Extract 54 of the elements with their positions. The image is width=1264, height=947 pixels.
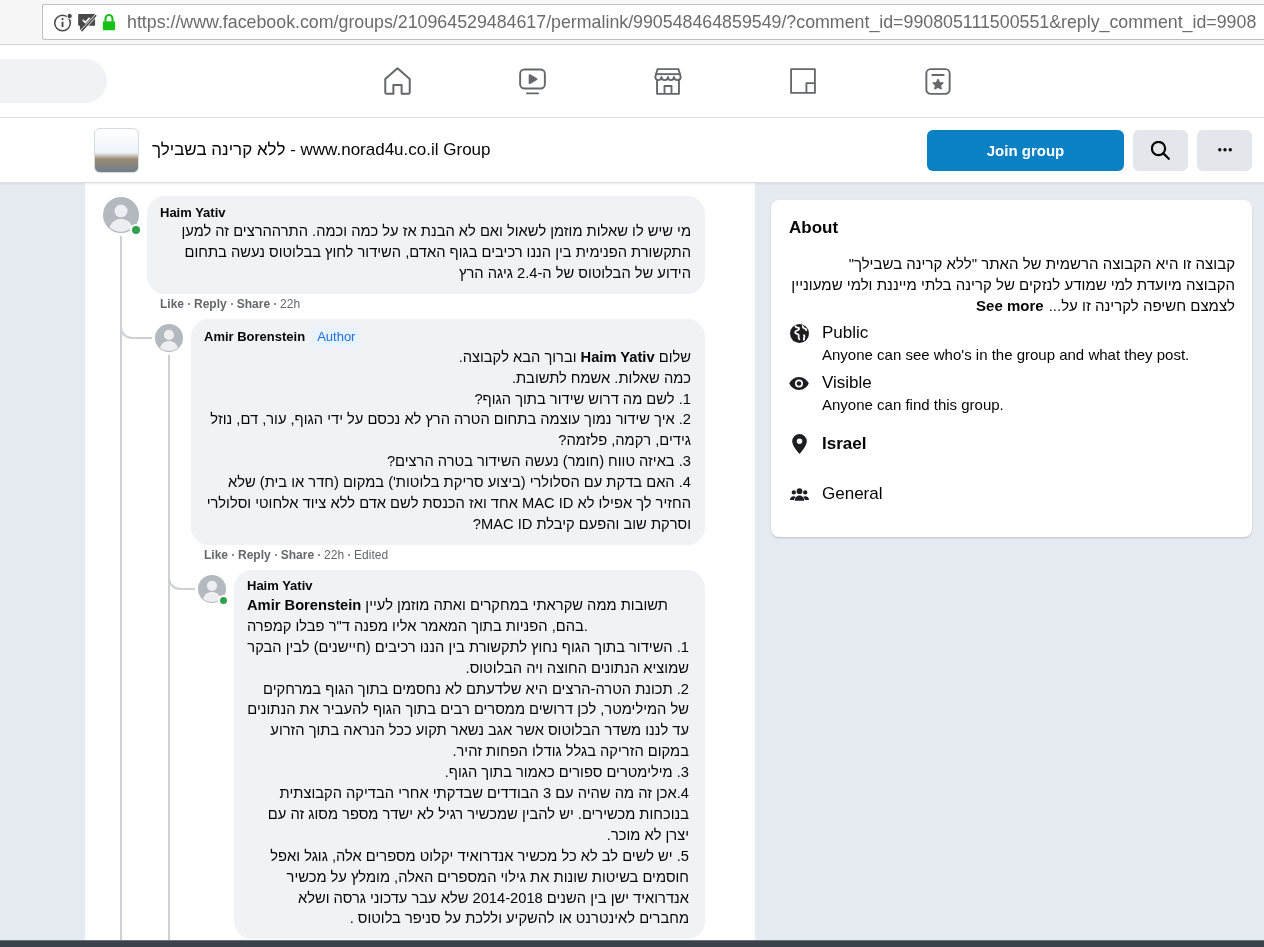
comment-time[interactable]: 22h: [280, 295, 301, 312]
comment-author[interactable]: Amir Borenstein: [204, 328, 306, 345]
group-photo: [94, 127, 139, 173]
comment-text: 4.אכן זה מה שהיה עם 3 הבודדים שבדקתי אחרי הבדיקה הקבוצתית בנוכחות מכשירים. יש להבין שמכשיר רגיל לא ישדר מספר מסוג זה עם יצרן לא מוכר.: [266, 784, 689, 845]
eye-icon: [789, 376, 809, 390]
more-icon: [1217, 148, 1232, 152]
star-box-icon: [924, 67, 951, 95]
search-button[interactable]: [1133, 129, 1188, 171]
comment-author[interactable]: Haim Yativ: [160, 204, 226, 221]
avatar[interactable]: [103, 197, 139, 233]
group-name[interactable]: ללא קרינה בשבילך - www.norad4u.co.il Group: [152, 140, 491, 160]
comment-text: 3. מילימטרים ספורים כאמור בתוך הגוף.: [443, 763, 689, 783]
share-link[interactable]: Share: [280, 546, 315, 563]
comment-text: 2. תכונת הטרה-הרצים היא שלדעתם לא נחסמים בתוך הגוף במרחקים של המילימטר, לכן דרושים ממסרים רבים בתוך הגוף להעביר את הנתונים עד לננו משדר הבלוטוס אשר אגב נשאר תקוע ככל הנראה בתוך הזרוע במקום הזריקה בגלל גודלו הפחות זהיר.: [247, 679, 689, 762]
address-bar[interactable]: https://www.facebook.com/groups/210964529484617/permalink/990548464859549/?comment_id=990805111500551&reply_comment_id=9908: [42, 4, 1264, 40]
about-heading: About: [789, 217, 840, 239]
storefront-icon: [653, 67, 682, 95]
comment-text: 1. השידור בתוך הגוף נחוץ לתקשורת בין הננו רכיבים (חיישנים) לבין הבקר שמוציא הנתונים החוצה ויה הבלוטוס.: [247, 637, 689, 678]
edited-label: Edited: [354, 546, 389, 563]
info-icon[interactable]: [53, 12, 73, 32]
comment-text: 3. באיזה טווח (חומר) נעשה השידור בטרה הרצים?: [385, 452, 691, 472]
house-icon: [384, 67, 411, 95]
like-link[interactable]: Like: [160, 295, 184, 312]
reply-link[interactable]: Reply: [238, 546, 271, 563]
like-link[interactable]: Like: [204, 546, 228, 563]
avatar[interactable]: [198, 574, 226, 603]
comment-text: 4. האם בדקת עם הסלולרי (ביצוע סריקת בלוטות') במקום (חדר או בית) שלא החזיר לך אפילו לא MAC ID אחד ואז הכנסת לשם אדם ללא ציוד אלחוטי וסלולרי וסרקת שוב והפעם קיבלת MAC ID?: [205, 473, 691, 534]
share-link[interactable]: Share: [236, 295, 271, 312]
comment-text: 1. לשם מה דרוש שידור בתוך הגוף?: [473, 389, 691, 409]
group-description: קבוצה זו היא הקבוצה הרשמית של האתר "ללא קרינה בשבילך": [847, 254, 1235, 274]
comment-text: כמה שאלות. אשמח לתשובת.: [510, 368, 691, 388]
about-item-title: General: [822, 483, 883, 505]
play-screen-icon: [519, 67, 546, 95]
about-item-title: Public: [822, 322, 870, 344]
people-icon: [789, 487, 809, 501]
globe-icon: [789, 323, 809, 343]
about-item-description: Anyone can see who's in the group and what they post.: [822, 345, 1190, 365]
about-item-title: Israel: [822, 433, 867, 455]
comment-text: 2. איך שידור נמוך עוצמה בתחום הטרה הרץ לא נכסם על ידי הגוף, עור, דם, נוזל גידים, רקמה, פלזמה?: [209, 410, 691, 451]
lock-icon[interactable]: [102, 13, 116, 31]
about-item-title: Visible: [822, 372, 873, 394]
crossed-chat-icon[interactable]: [77, 12, 98, 32]
comment-author[interactable]: Haim Yativ: [247, 578, 313, 595]
comment-text: מי שיש לו שאלות מוזמן לשאול ואם לא הבנת אז על כמה וכמה. התרההרצים זה למען התקשורת הפנימית בין הננו רכיבים בגוף האדם, השידור לחוץ בבלוטוס נעשה בתחום הידוע של הבלוטוס של ה-2.4 גיגה הרץ: [180, 222, 691, 283]
author-badge: Author: [313, 326, 360, 347]
comment-time[interactable]: 22h: [324, 546, 345, 563]
comment-text: 5. יש לשים לב לא כל מכשיר אנדרואיד יקלוט מספרים אלה, גוגל ואפל חוסמים בשיטות שונות את גילוי המספרים האלה, מומלץ על מכשיר אנדרואיד ישן בין השנים 2014-2018 שלא עבר עדכוני גרסה ושלא מחברים לאינטרנט או להשקיע וללכת על סניפר בלוטוס .: [269, 846, 689, 929]
join-group-button[interactable]: Join group: [927, 129, 1124, 171]
map-pin-icon: [791, 434, 807, 454]
search-icon: [1151, 140, 1170, 160]
about-item-description: Anyone can find this group.: [822, 395, 1004, 415]
see-more-link[interactable]: See more: [976, 297, 1044, 314]
avatar[interactable]: [155, 323, 183, 352]
reply-link[interactable]: Reply: [194, 295, 227, 312]
